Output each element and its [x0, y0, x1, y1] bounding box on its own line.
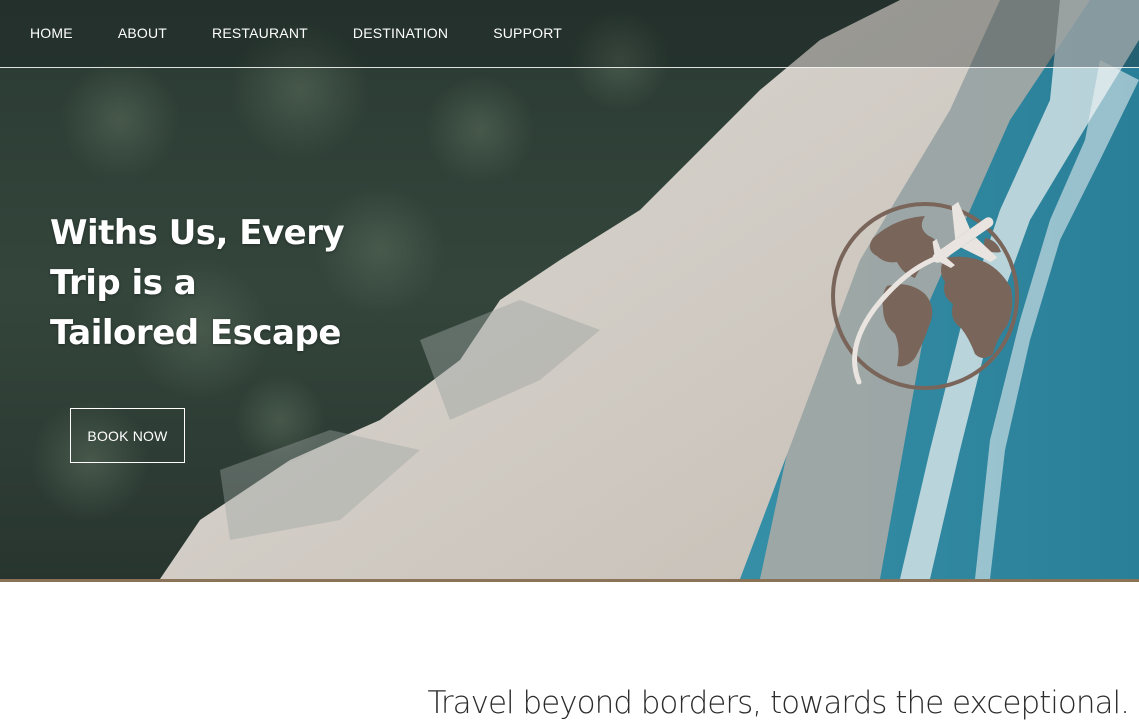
hero-headline-line: Trip is a [50, 263, 197, 303]
nav-home-link[interactable]: HOME [30, 24, 73, 42]
hero-section: HOME ABOUT RESTAURANT DESTINATION SUPPOR… [0, 0, 1139, 582]
nav-restaurant-link[interactable]: RESTAURANT [212, 24, 308, 42]
nav-support-link[interactable]: SUPPORT [493, 24, 562, 42]
main-nav: HOME ABOUT RESTAURANT DESTINATION SUPPOR… [30, 24, 607, 42]
hero-headline-line: Tailored Escape [50, 313, 341, 353]
tagline-text: Travel beyond borders, towards the excep… [427, 685, 1130, 721]
hero-headline: Withs Us, Every Trip is a Tailored Escap… [50, 208, 345, 358]
top-navigation-bar: HOME ABOUT RESTAURANT DESTINATION SUPPOR… [0, 0, 1139, 68]
hero-headline-line: Withs Us, Every [50, 213, 345, 253]
nav-destination-link[interactable]: DESTINATION [353, 24, 448, 42]
nav-about-link[interactable]: ABOUT [118, 24, 167, 42]
book-now-button[interactable]: BOOK NOW [70, 408, 185, 463]
globe-airplane-icon [831, 201, 1019, 390]
